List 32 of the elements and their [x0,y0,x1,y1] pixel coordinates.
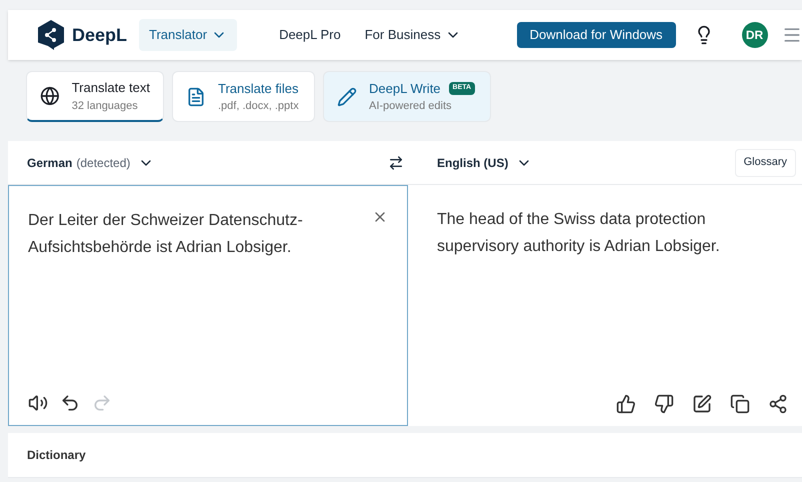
nav-link[interactable]: DeepL Pro [279,25,341,45]
tab-subtitle: 32 languages [72,98,139,114]
logo-text: DeepL [72,24,128,47]
speaker-icon[interactable] [28,393,48,413]
source-language-select[interactable]: German (detected) [27,154,154,172]
target-language-select[interactable]: English (US) [437,154,532,172]
mode-tab[interactable]: Translate files .pdf, .docx, .pptx [172,71,315,122]
nav-link[interactable]: For Business [364,25,461,45]
translator-menu[interactable]: Translator [139,19,238,51]
thumbs-down-icon[interactable] [654,394,674,414]
swap-icon[interactable] [388,154,404,170]
undo-icon[interactable] [60,393,80,413]
document-icon [186,86,206,106]
mode-tab[interactable]: Translate text 32 languages [26,71,164,122]
share-icon[interactable] [768,394,788,414]
dictionary-heading: Dictionary [27,447,86,464]
tab-title: Translate files [218,80,298,98]
edit-icon[interactable] [692,394,712,414]
pencil-icon [337,86,357,106]
thumbs-up-icon[interactable] [616,394,636,414]
tab-title: DeepL Write [369,80,441,98]
glossary-button[interactable]: Glossary [734,148,796,176]
globe-icon [40,86,60,106]
copy-icon[interactable] [730,394,750,414]
translation-text: The head of the Swiss data protection supervisory authority is Adrian Lobsiger. [437,210,721,257]
tab-subtitle: AI-powered edits [369,99,453,114]
logo-icon [38,20,64,50]
avatar[interactable]: DR [742,22,768,48]
tab-title: Translate text [72,79,150,97]
tab-subtitle: .pdf, .docx, .pptx [218,99,299,114]
download-button[interactable]: Download for Windows [516,22,676,48]
source-text-input[interactable]: Der Leiter der Schweizer Datenschutz-Aufsichtsbehörde ist Adrian Lobsiger. [28,207,372,261]
